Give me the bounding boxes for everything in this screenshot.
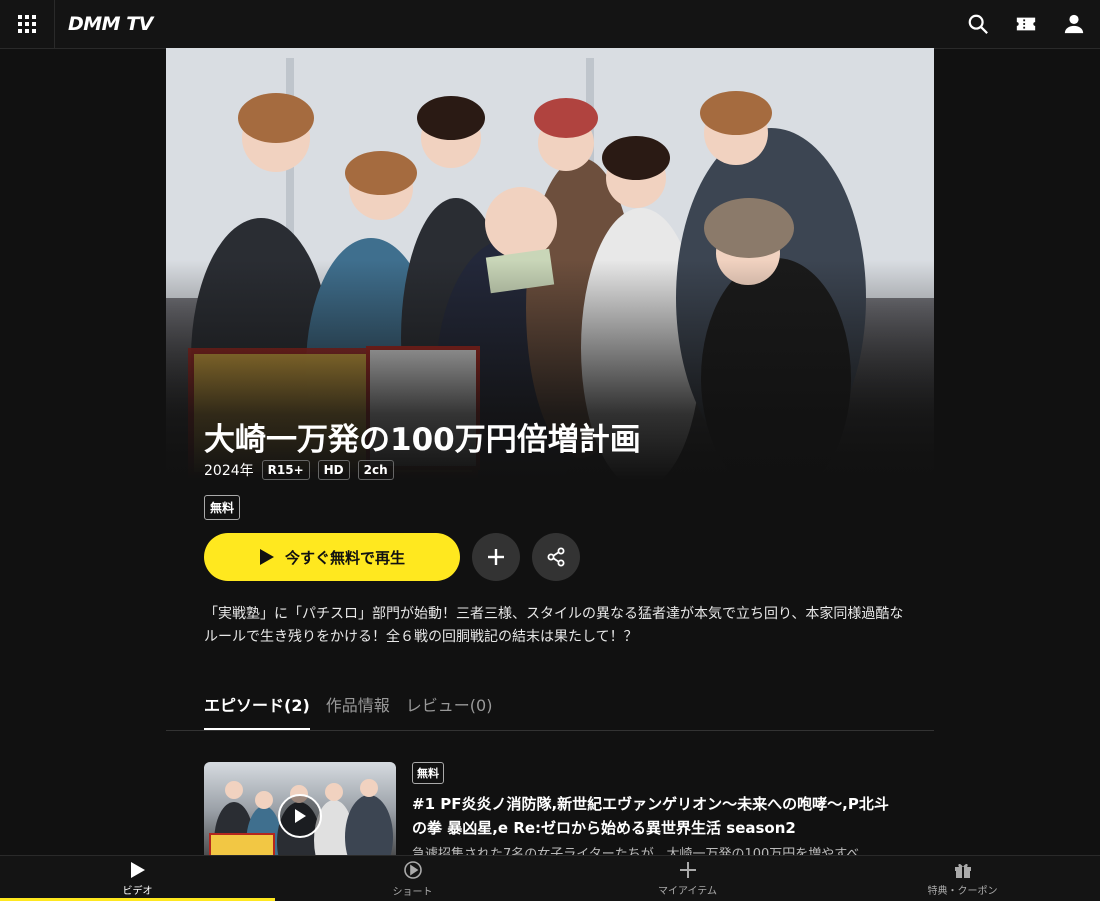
nav-short-label: ショート: [392, 886, 433, 898]
ticket-icon: [1016, 17, 1036, 31]
ticket-button[interactable]: [1012, 10, 1040, 38]
page-title: 大崎一万発の100万円倍増計画: [204, 422, 641, 458]
episode-play-button[interactable]: [278, 794, 322, 838]
meta-row: 2024年 R15+ HD 2ch: [204, 460, 394, 480]
free-badge: 無料: [204, 495, 241, 520]
nav-coupon[interactable]: 特典・クーポン: [825, 856, 1100, 901]
gift-icon: [954, 863, 971, 878]
user-button[interactable]: [1060, 10, 1088, 38]
search-icon: [968, 14, 988, 34]
play-icon: [295, 809, 306, 823]
share-icon: [547, 547, 565, 567]
nav-my-items-label: マイアイテム: [658, 885, 717, 897]
user-icon: [1064, 14, 1084, 34]
nav-coupon-label: 特典・クーポン: [927, 885, 998, 897]
search-button[interactable]: [964, 10, 992, 38]
dmm-tv-logo[interactable]: DMM TV: [68, 13, 153, 35]
episode-thumbnail[interactable]: [204, 762, 396, 870]
plus-icon: [679, 861, 696, 878]
play-icon: [130, 861, 145, 878]
tab-reviews[interactable]: レビュー(0): [406, 692, 493, 730]
audio-tag: 2ch: [357, 460, 394, 480]
add-to-list-button[interactable]: [472, 533, 520, 581]
share-button[interactable]: [532, 533, 580, 581]
nav-my-items[interactable]: マイアイテム: [550, 856, 825, 901]
play-icon: [259, 549, 274, 565]
short-icon: [403, 860, 422, 879]
episode-title[interactable]: #1 PF炎炎ノ消防隊,新世紀エヴァンゲリオン～未来への咆哮～,P北斗の拳 暴凶…: [412, 792, 902, 840]
episode-free-badge: 無料: [412, 762, 444, 784]
content-tabs: エピソード(2) 作品情報 レビュー(0): [204, 692, 492, 730]
top-bar: DMM TV: [0, 0, 1100, 49]
play-free-button[interactable]: 今すぐ無料で再生: [204, 533, 460, 581]
description: 「実戦塾」に「パチスロ」部門が始動！三者三様、スタイルの異なる猛者達が本気で立ち…: [204, 606, 904, 645]
nav-short[interactable]: ショート: [275, 856, 550, 901]
plus-icon: [488, 549, 504, 565]
nav-video[interactable]: ビデオ: [0, 856, 275, 901]
tab-work-info[interactable]: 作品情報: [326, 692, 390, 730]
release-year: 2024年: [204, 463, 254, 479]
play-free-label: 今すぐ無料で再生: [284, 548, 405, 567]
quality-tag: HD: [317, 460, 350, 480]
grid-menu-button[interactable]: [0, 0, 55, 48]
bottom-nav: ビデオ ショート マイアイテム 特典・クーポン: [0, 855, 1100, 901]
nav-video-label: ビデオ: [122, 885, 153, 897]
tab-episodes[interactable]: エピソード(2): [204, 692, 310, 730]
rating-tag: R15+: [261, 460, 310, 480]
tabs-divider: [166, 730, 934, 731]
grid-menu-icon: [18, 15, 36, 33]
